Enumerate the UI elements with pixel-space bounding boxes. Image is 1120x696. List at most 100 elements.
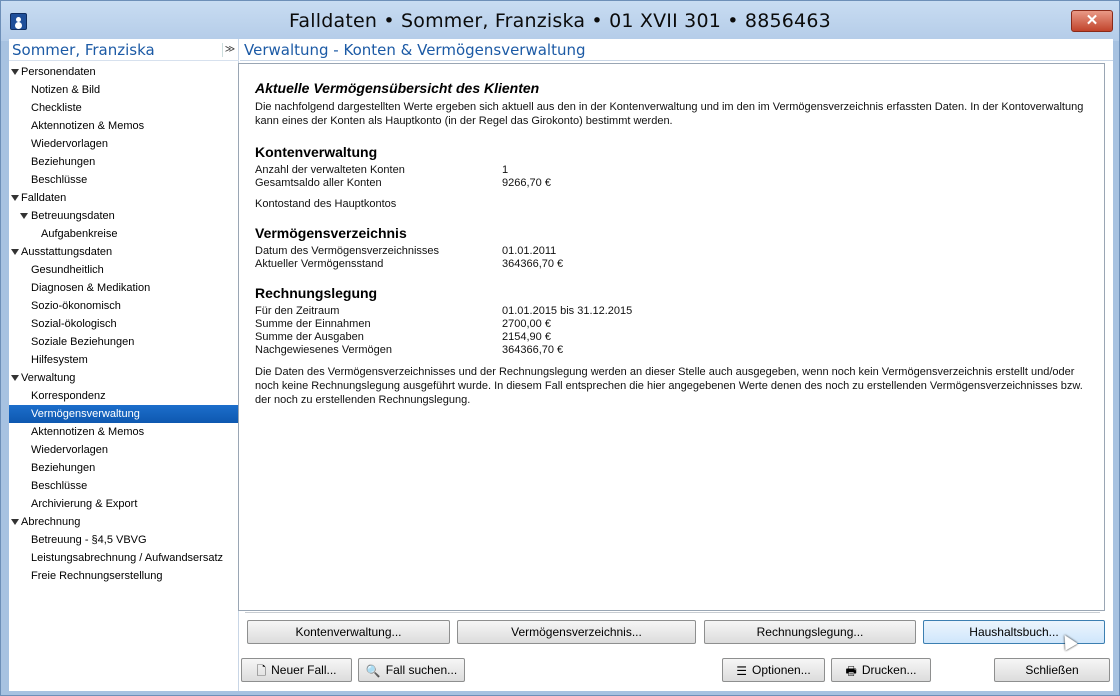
title-bar: Falldaten • Sommer, Franziska • 01 XVII …: [1, 1, 1119, 41]
page-title: Verwaltung - Konten & Vermögensverwaltun…: [244, 41, 586, 59]
sidebar-item-sozial-ökologisch[interactable]: Sozial-ökologisch: [9, 315, 239, 333]
kontenverwaltung-button[interactable]: Kontenverwaltung...: [247, 620, 450, 644]
sidebar-item-label: Ausstattungsdaten: [21, 246, 113, 258]
haushaltsbuch-button[interactable]: Haushaltsbuch...: [923, 620, 1105, 644]
collapse-sidebar-icon[interactable]: ≫: [222, 43, 237, 57]
zeitraum-label: Für den Zeitraum: [255, 305, 340, 317]
sidebar-item-notizen-bild[interactable]: Notizen & Bild: [9, 81, 239, 99]
client-name: Sommer, Franziska: [12, 41, 155, 59]
hauptkonto-label: Kontostand des Hauptkontos: [255, 198, 397, 210]
sidebar-item-hilfesystem[interactable]: Hilfesystem: [9, 351, 239, 369]
sidebar-item-label: Verwaltung: [21, 372, 76, 384]
sidebar-item-label: Betreuung - §4,5 VBVG: [31, 534, 147, 546]
expand-arrow-icon[interactable]: [11, 375, 19, 381]
sidebar-item-abrechnung[interactable]: Abrechnung: [9, 513, 239, 531]
ausgaben-row: Summe der Ausgaben 2154,90 €: [255, 331, 1095, 344]
sidebar-item-label: Hilfesystem: [31, 354, 88, 366]
sidebar-item-personendaten[interactable]: Personendaten: [9, 63, 239, 81]
sidebar-item-beschlüsse[interactable]: Beschlüsse: [9, 477, 239, 495]
sidebar-item-leistungsabrechnung-aufwandsersatz[interactable]: Leistungsabrechnung / Aufwandsersatz: [9, 549, 239, 567]
verzeichnis-datum-row: Datum des Vermögensverzeichnisses 01.01.…: [255, 245, 1095, 258]
sidebar-item-gesundheitlich[interactable]: Gesundheitlich: [9, 261, 239, 279]
sidebar-item-label: Diagnosen & Medikation: [31, 282, 151, 294]
drucken-label: Drucken...: [861, 663, 917, 677]
sidebar-item-korrespondenz[interactable]: Korrespondenz: [9, 387, 239, 405]
new-document-icon: 🗋: [256, 663, 267, 678]
sidebar-item-checkliste[interactable]: Checkliste: [9, 99, 239, 117]
sidebar-item-aktennotizen-memos[interactable]: Aktennotizen & Memos: [9, 117, 239, 135]
sidebar-item-freie-rechnungserstellung[interactable]: Freie Rechnungserstellung: [9, 567, 239, 585]
einnahmen-label: Summe der Einnahmen: [255, 318, 371, 330]
expand-arrow-icon[interactable]: [11, 69, 19, 75]
sidebar-item-label: Beschlüsse: [31, 174, 88, 186]
application-window: Falldaten • Sommer, Franziska • 01 XVII …: [0, 0, 1120, 696]
expand-arrow-icon[interactable]: [11, 249, 19, 255]
sidebar-item-label: Checkliste: [31, 102, 82, 114]
sidebar-item-label: Sozio-ökonomisch: [31, 300, 121, 312]
ausgaben-value: 2154,90 €: [502, 331, 551, 343]
sidebar-item-soziale-beziehungen[interactable]: Soziale Beziehungen: [9, 333, 239, 351]
konten-heading: Kontenverwaltung: [255, 144, 378, 160]
action-divider: [245, 612, 1100, 613]
sidebar-item-falldaten[interactable]: Falldaten: [9, 189, 239, 207]
sidebar-item-verwaltung[interactable]: Verwaltung: [9, 369, 239, 387]
sidebar-item-label: Falldaten: [21, 192, 67, 204]
sidebar-item-label: Wiedervorlagen: [31, 138, 109, 150]
sidebar-item-aufgabenkreise[interactable]: Aufgabenkreise: [9, 225, 239, 243]
sidebar-item-vermögensverwaltung[interactable]: Vermögensverwaltung: [9, 405, 239, 423]
anzahl-konten-value: 1: [502, 164, 509, 176]
sidebar-item-ausstattungsdaten[interactable]: Ausstattungsdaten: [9, 243, 239, 261]
sidebar-item-label: Wiedervorlagen: [31, 444, 109, 456]
gesamtsaldo-row: Gesamtsaldo aller Konten 9266,70 €: [255, 177, 1095, 190]
expand-arrow-icon[interactable]: [11, 195, 19, 201]
optionen-button[interactable]: ☰ Optionen...: [722, 658, 825, 682]
hauptkonto-row: Kontostand des Hauptkontos: [255, 198, 1095, 211]
sidebar-item-label: Korrespondenz: [31, 390, 106, 402]
anzahl-konten-label: Anzahl der verwalteten Konten: [255, 164, 405, 176]
sidebar-item-diagnosen-medikation[interactable]: Diagnosen & Medikation: [9, 279, 239, 297]
schliessen-button[interactable]: Schließen: [994, 658, 1110, 682]
fall-suchen-button[interactable]: 🔍 Fall suchen...: [358, 658, 465, 682]
einnahmen-row: Summe der Einnahmen 2700,00 €: [255, 318, 1095, 331]
zeitraum-value: 01.01.2015 bis 31.12.2015: [502, 305, 633, 317]
rechnungslegung-button[interactable]: Rechnungslegung...: [704, 620, 916, 644]
sidebar-item-betreuung-4-5-vbvg[interactable]: Betreuung - §4,5 VBVG: [9, 531, 239, 549]
anzahl-konten-row: Anzahl der verwalteten Konten 1: [255, 164, 1095, 177]
drucken-button[interactable]: 🖶 Drucken...: [831, 658, 931, 682]
sidebar-item-beschlüsse[interactable]: Beschlüsse: [9, 171, 239, 189]
options-icon: ☰: [736, 663, 748, 678]
sidebar-item-wiedervorlagen[interactable]: Wiedervorlagen: [9, 135, 239, 153]
content-panel: Aktuelle Vermögensübersicht des Klienten…: [238, 63, 1105, 613]
neuer-fall-label: Neuer Fall...: [271, 663, 337, 677]
sidebar-item-aktennotizen-memos[interactable]: Aktennotizen & Memos: [9, 423, 239, 441]
sidebar-item-label: Beziehungen: [31, 156, 96, 168]
sidebar-item-label: Notizen & Bild: [31, 84, 101, 96]
navigation-tree: Personendaten Notizen & Bild Checkliste Akt…: [9, 63, 239, 585]
close-button[interactable]: ✕: [1071, 10, 1113, 32]
sidebar-item-wiedervorlagen[interactable]: Wiedervorlagen: [9, 441, 239, 459]
sidebar-item-label: Aufgabenkreise: [41, 228, 118, 240]
sidebar-item-label: Soziale Beziehungen: [31, 336, 135, 348]
expand-arrow-icon[interactable]: [20, 213, 28, 219]
sidebar-item-label: Personendaten: [21, 66, 96, 78]
window-title: Falldaten • Sommer, Franziska • 01 XVII …: [289, 10, 831, 32]
sidebar-item-beziehungen[interactable]: Beziehungen: [9, 153, 239, 171]
sidebar-item-label: Abrechnung: [21, 516, 81, 528]
sidebar-item-beziehungen[interactable]: Beziehungen: [9, 459, 239, 477]
sidebar-item-sozio-ökonomisch[interactable]: Sozio-ökonomisch: [9, 297, 239, 315]
sidebar-item-label: Beschlüsse: [31, 480, 88, 492]
gesamtsaldo-value: 9266,70 €: [502, 177, 551, 189]
main-header: Verwaltung - Konten & Vermögensverwaltun…: [240, 39, 1113, 61]
search-icon: 🔍: [365, 663, 381, 678]
intro-text: Die nachfolgend dargestellten Werte erge…: [255, 101, 1084, 127]
nachgewiesen-row: Nachgewiesenes Vermögen 364366,70 €: [255, 344, 1095, 357]
expand-arrow-icon[interactable]: [11, 519, 19, 525]
neuer-fall-button[interactable]: 🗋 Neuer Fall...: [241, 658, 352, 682]
sidebar-item-archivierung-export[interactable]: Archivierung & Export: [9, 495, 239, 513]
verzeichnis-datum-label: Datum des Vermögensverzeichnisses: [255, 245, 440, 257]
verzeichnis-heading: Vermögensverzeichnis: [255, 225, 407, 241]
sidebar-item-betreuungsdaten[interactable]: Betreuungsdaten: [9, 207, 239, 225]
ausgaben-label: Summe der Ausgaben: [255, 331, 364, 343]
sidebar-item-label: Betreuungsdaten: [31, 210, 115, 222]
vermoegensverzeichnis-button[interactable]: Vermögensverzeichnis...: [457, 620, 696, 644]
